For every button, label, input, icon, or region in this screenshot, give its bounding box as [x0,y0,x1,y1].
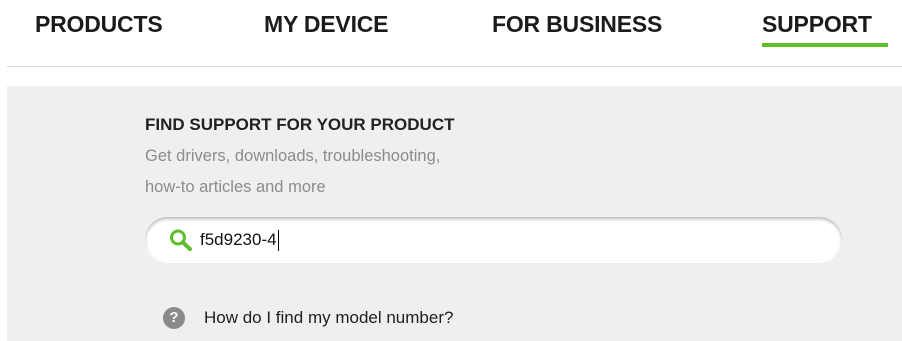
page: PRODUCTS MY DEVICE FOR BUSINESS SUPPORT … [0,0,902,341]
support-subtitle-line1: Get drivers, downloads, troubleshooting, [145,147,441,165]
nav-support[interactable]: SUPPORT [762,11,872,38]
top-navigation: PRODUCTS MY DEVICE FOR BUSINESS SUPPORT [0,0,902,66]
nav-my-device[interactable]: MY DEVICE [264,11,389,38]
search-icon [170,229,192,251]
nav-divider [7,66,902,67]
nav-products[interactable]: PRODUCTS [35,11,163,38]
help-link-label: How do I find my model number? [204,308,454,327]
support-title: FIND SUPPORT FOR YOUR PRODUCT [145,115,455,134]
search-value-wrap: f5d9230-4 [200,229,279,251]
product-search-input[interactable]: f5d9230-4 [145,217,842,262]
support-subtitle-line2: how-to articles and more [145,178,326,196]
model-number-help-link[interactable]: ? How do I find my model number? [163,306,453,330]
nav-active-indicator [762,43,888,47]
text-caret [277,229,279,251]
nav-for-business[interactable]: FOR BUSINESS [492,11,662,38]
support-panel: FIND SUPPORT FOR YOUR PRODUCT Get driver… [7,86,902,341]
question-icon: ? [163,307,185,329]
search-value: f5d9230-4 [200,230,277,249]
